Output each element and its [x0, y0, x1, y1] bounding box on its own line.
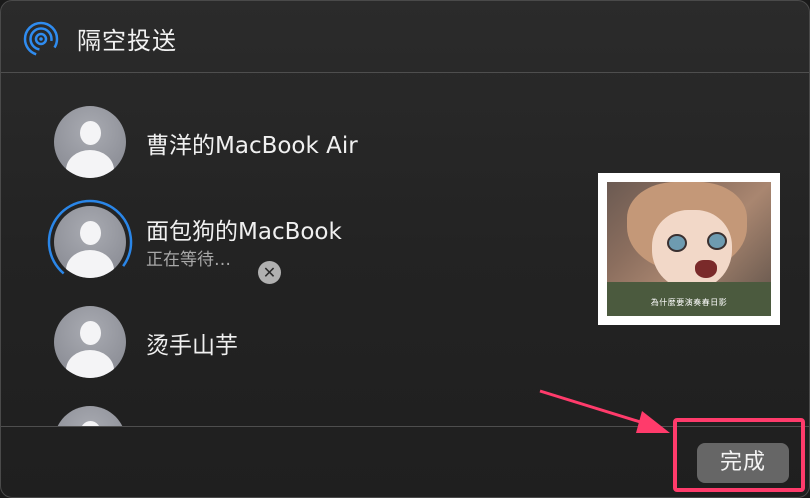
close-icon[interactable]: ✕ — [258, 261, 281, 284]
device-item[interactable]: 曹洋的MacBook Air — [1, 106, 591, 196]
preview-image: 為什麼要演奏春日影 — [607, 182, 771, 316]
airdrop-icon — [23, 21, 59, 57]
device-status: 正在等待… — [146, 250, 231, 270]
person-avatar-icon — [54, 406, 126, 426]
window-title: 隔空投送 — [77, 27, 177, 55]
person-avatar-icon — [54, 106, 126, 178]
device-name: 面包狗的MacBook — [146, 219, 342, 245]
annotation-arrow — [539, 389, 670, 433]
device-item[interactable]: 烫手山芋 — [1, 306, 591, 396]
device-name: 烫手山芋 — [146, 333, 238, 359]
device-item[interactable] — [1, 406, 591, 426]
shared-image-preview: 為什麼要演奏春日影 — [598, 173, 780, 325]
device-item[interactable]: 面包狗的MacBook 正在等待… ✕ — [1, 199, 591, 296]
preview-subtitle: 為什麼要演奏春日影 — [650, 298, 728, 307]
person-avatar-icon — [54, 206, 126, 278]
annotation-highlight-box — [673, 418, 805, 492]
device-list[interactable]: 曹洋的MacBook Air 面包狗的MacBook 正在等待… ✕ 烫手山芋 — [1, 73, 591, 426]
person-avatar-icon — [54, 306, 126, 378]
title-bar: 隔空投送 — [1, 1, 809, 73]
device-name: 曹洋的MacBook Air — [146, 133, 358, 159]
